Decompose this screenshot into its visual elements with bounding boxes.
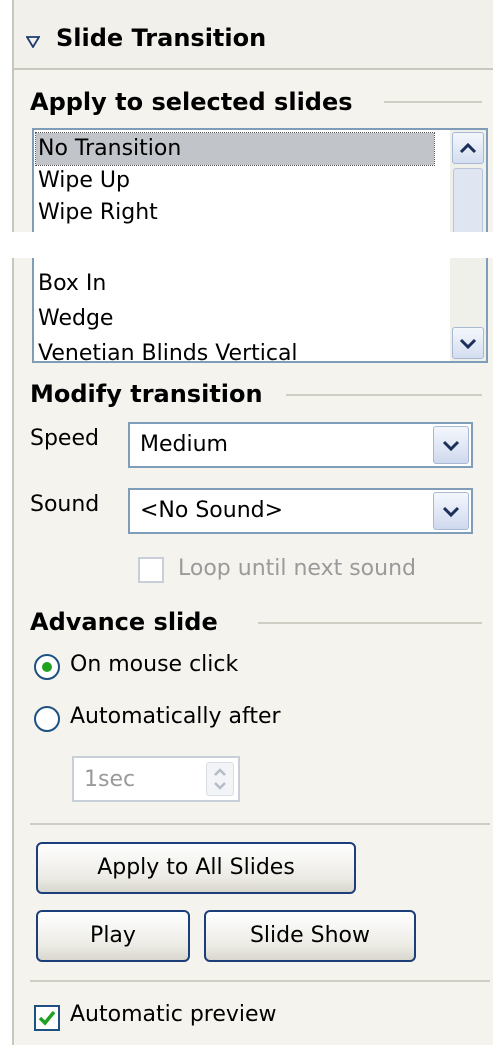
section-rule [384,101,482,103]
sound-label: Sound [30,492,100,517]
modify-section-heading: Modify transition [30,380,263,408]
collapse-triangle-icon[interactable] [26,36,40,48]
slide-show-button[interactable]: Slide Show [204,910,416,962]
list-item[interactable]: Venetian Blinds Vertical [36,338,434,361]
loop-checkbox[interactable] [138,557,164,583]
on-click-radio[interactable] [34,654,60,680]
play-button[interactable]: Play [36,910,190,962]
panel-title: Slide Transition [56,24,267,52]
scroll-down-button[interactable] [452,327,484,359]
list-item[interactable]: Wipe Right [36,197,434,229]
divider [30,823,490,825]
spinner-arrows[interactable] [206,762,234,796]
divider [30,980,490,982]
automatic-preview-checkbox[interactable] [34,1005,60,1031]
apply-to-all-slides-button[interactable]: Apply to All Slides [36,842,356,894]
section-rule [258,622,482,624]
image-tear-gap [0,232,493,258]
slide-transition-panel: Slide Transition Apply to selected slide… [12,0,493,1045]
speed-select[interactable]: Medium [128,422,473,468]
apply-section-heading: Apply to selected slides [30,88,353,116]
auto-after-radio[interactable] [34,706,60,732]
advance-section-heading: Advance slide [30,608,218,636]
chevron-down-icon [459,338,477,350]
list-item[interactable]: Box In [36,268,434,300]
sound-value: <No Sound> [140,498,284,523]
scroll-up-button[interactable] [452,132,484,164]
sound-select[interactable]: <No Sound> [128,488,473,534]
panel-header[interactable]: Slide Transition [14,0,493,70]
radio-selected-dot [42,662,52,672]
scroll-thumb[interactable] [453,168,483,238]
auto-after-label: Automatically after [70,704,281,729]
list-item[interactable]: No Transition [35,132,435,166]
sound-dropdown-button[interactable] [433,492,469,530]
list-item[interactable]: Wipe Up [36,165,434,197]
speed-dropdown-button[interactable] [433,426,469,464]
chevron-down-icon [442,440,460,452]
chevron-down-icon [442,506,460,518]
auto-time-spinner[interactable]: 1sec [72,756,240,802]
on-click-label: On mouse click [70,652,239,677]
auto-time-value: 1sec [84,767,136,792]
checkmark-icon [38,1010,56,1026]
loop-label: Loop until next sound [178,556,416,581]
chevron-up-icon [459,142,477,154]
speed-label: Speed [30,426,99,451]
section-rule [286,394,482,396]
automatic-preview-label: Automatic preview [70,1002,277,1027]
spin-arrows-icon [214,768,226,790]
speed-value: Medium [140,432,228,457]
list-item[interactable]: Wedge [36,303,434,335]
